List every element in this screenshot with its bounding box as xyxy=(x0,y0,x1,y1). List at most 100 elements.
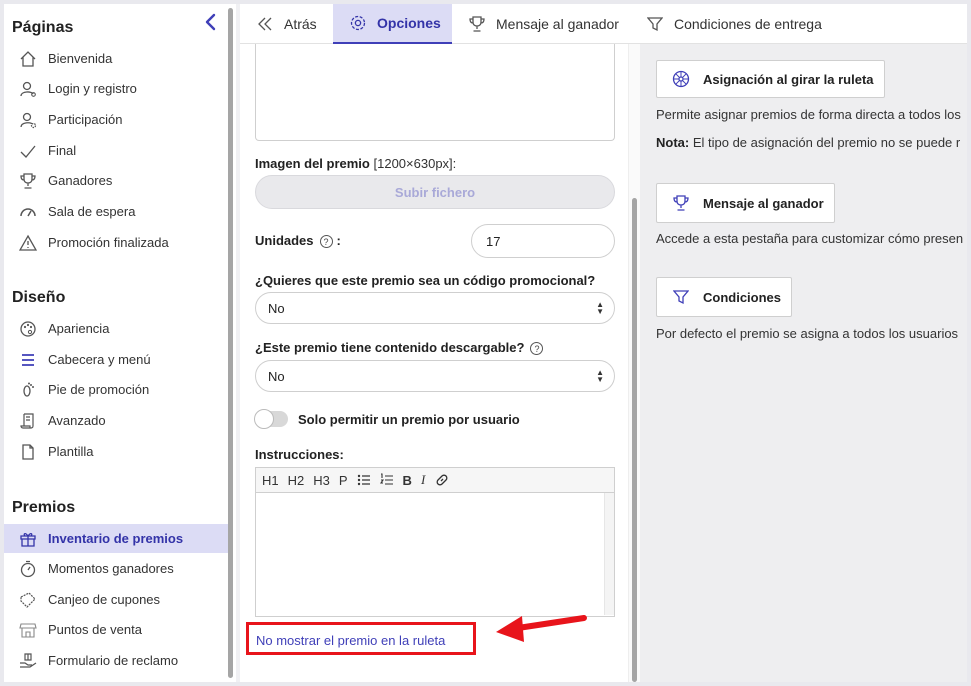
store-icon xyxy=(18,620,38,640)
sidebar-item-login[interactable]: Login y registro xyxy=(4,74,228,103)
sidebar-item-puntos-venta[interactable]: Puntos de venta xyxy=(4,615,228,644)
assign-wheel-label: Asignación al girar la ruleta xyxy=(703,71,874,87)
conditions-description: Por defecto el premio se asigna a todos … xyxy=(656,326,959,341)
winner-message-button[interactable]: Mensaje al ganador xyxy=(656,183,835,223)
sidebar-item-label: Participación xyxy=(48,112,123,127)
user-key-icon xyxy=(18,79,38,99)
sidebar-item-avanzado[interactable]: Avanzado xyxy=(4,406,228,435)
menu-icon xyxy=(18,350,38,370)
assign-wheel-button[interactable]: Asignación al girar la ruleta xyxy=(656,60,885,98)
sidebar-item-formulario[interactable]: Formulario de reclamo xyxy=(4,646,228,675)
sidebar-item-label: Plantilla xyxy=(48,444,94,459)
sidebar-item-bienvenida[interactable]: Bienvenida xyxy=(4,44,228,73)
collapse-sidebar-icon[interactable] xyxy=(202,12,218,32)
footprint-icon xyxy=(18,380,38,400)
sidebar-item-plantilla[interactable]: Plantilla xyxy=(4,437,228,466)
sidebar-item-pie[interactable]: Pie de promoción xyxy=(4,375,228,404)
downloadable-select[interactable]: No ▲ ▼ xyxy=(255,360,615,392)
sidebar-item-label: Promoción finalizada xyxy=(48,235,169,250)
coupon-icon xyxy=(18,590,38,610)
sidebar-item-apariencia[interactable]: Apariencia xyxy=(4,314,228,343)
speedometer-icon xyxy=(18,202,38,222)
tab-opciones[interactable]: Opciones xyxy=(333,4,452,44)
tab-label: Mensaje al ganador xyxy=(496,16,619,32)
toggle-knob xyxy=(254,409,274,429)
checkmark-icon xyxy=(18,141,38,161)
gift-icon xyxy=(18,529,38,549)
sidebar-item-label: Avanzado xyxy=(48,413,106,428)
stopwatch-icon xyxy=(18,559,38,579)
units-label: Unidades?: xyxy=(255,233,341,249)
sidebar-item-canjeo[interactable]: Canjeo de cupones xyxy=(4,585,228,614)
image-size-hint: [1200×630px]: xyxy=(373,156,457,171)
warning-icon xyxy=(18,233,38,253)
user-gear-icon xyxy=(18,110,38,130)
italic-icon[interactable]: I xyxy=(421,472,425,488)
tab-label: Opciones xyxy=(377,15,441,31)
sidebar-item-label: Sala de espera xyxy=(48,204,136,219)
help-panel: Asignación al girar la ruleta Permite as… xyxy=(640,44,967,682)
numbered-list-icon[interactable] xyxy=(379,473,394,487)
downloadable-value: No xyxy=(268,368,285,384)
sidebar-scrollbar[interactable] xyxy=(228,8,233,678)
editor-toolbar: H1 H2 H3 P B I xyxy=(255,467,615,493)
one-prize-toggle[interactable] xyxy=(254,409,288,429)
tab-condiciones-entrega[interactable]: Condiciones de entrega xyxy=(646,4,822,44)
sidebar-item-label: Formulario de reclamo xyxy=(48,653,179,668)
sidebar-item-participacion[interactable]: Participación xyxy=(4,105,228,134)
hand-gift-icon xyxy=(18,651,38,671)
link-icon[interactable] xyxy=(434,472,450,488)
form-scrollbar[interactable] xyxy=(632,198,637,682)
sidebar: Páginas Bienvenida Login y registro Part… xyxy=(4,4,236,682)
instructions-editor[interactable] xyxy=(255,493,615,617)
tab-atras[interactable]: Atrás xyxy=(256,4,327,44)
select-caret-icon: ▲ ▼ xyxy=(596,300,604,316)
winner-message-label: Mensaje al ganador xyxy=(703,195,824,211)
tab-mensaje-ganador[interactable]: Mensaje al ganador xyxy=(468,4,619,44)
winner-description: Accede a esta pestaña para customizar có… xyxy=(656,231,964,246)
sidebar-item-momentos[interactable]: Momentos ganadores xyxy=(4,554,228,583)
bold-icon[interactable]: B xyxy=(403,473,412,488)
sidebar-item-cabecera[interactable]: Cabecera y menú xyxy=(4,345,228,374)
help-icon[interactable]: ? xyxy=(530,342,544,356)
image-label: Imagen del premio [1200×630px]: xyxy=(255,156,456,171)
description-textarea[interactable] xyxy=(255,44,615,141)
h3-button[interactable]: H3 xyxy=(313,473,330,488)
sidebar-item-label: Bienvenida xyxy=(48,51,113,66)
editor-scrollbar[interactable] xyxy=(604,493,614,615)
units-input[interactable]: 17 xyxy=(471,224,615,258)
help-icon[interactable]: ? xyxy=(319,235,333,249)
one-prize-toggle-label: Solo permitir un premio por usuario xyxy=(298,412,520,427)
trophy-icon xyxy=(18,171,38,191)
trophy-icon xyxy=(671,193,691,213)
sidebar-item-promocion-finalizada[interactable]: Promoción finalizada xyxy=(4,228,228,257)
trophy-icon xyxy=(468,15,486,33)
section-title-diseno: Diseño xyxy=(12,289,66,306)
sidebar-item-label: Puntos de venta xyxy=(48,622,142,637)
scroll-icon xyxy=(18,411,38,431)
upload-file-button[interactable]: Subir fichero xyxy=(255,175,615,209)
sidebar-item-sala-espera[interactable]: Sala de espera xyxy=(4,197,228,226)
bullet-list-icon[interactable] xyxy=(357,473,371,487)
note-text: El tipo de asignación del premio no se p… xyxy=(689,135,961,150)
double-chevron-left-icon xyxy=(256,15,274,33)
home-icon xyxy=(18,49,38,69)
conditions-label: Condiciones xyxy=(703,289,782,305)
h1-button[interactable]: H1 xyxy=(262,473,279,488)
promo-code-select[interactable]: No ▲ ▼ xyxy=(255,292,615,324)
conditions-button[interactable]: Condiciones xyxy=(656,277,793,317)
sidebar-item-ganadores[interactable]: Ganadores xyxy=(4,166,228,195)
select-caret-icon: ▲ ▼ xyxy=(596,368,604,384)
sidebar-item-label: Inventario de premios xyxy=(48,531,184,546)
gear-icon xyxy=(349,14,367,32)
downloadable-label: ¿Este premio tiene contenido descargable… xyxy=(255,340,547,356)
sidebar-item-inventario[interactable]: Inventario de premios xyxy=(4,524,228,553)
sidebar-item-final[interactable]: Final xyxy=(4,136,228,165)
assign-note: Nota: El tipo de asignación del premio n… xyxy=(656,135,960,150)
paragraph-button[interactable]: P xyxy=(339,473,348,488)
wheel-icon xyxy=(671,69,691,89)
filter-icon xyxy=(671,287,691,307)
annotation-arrow-icon xyxy=(496,615,587,642)
document-icon xyxy=(18,442,38,462)
h2-button[interactable]: H2 xyxy=(288,473,305,488)
